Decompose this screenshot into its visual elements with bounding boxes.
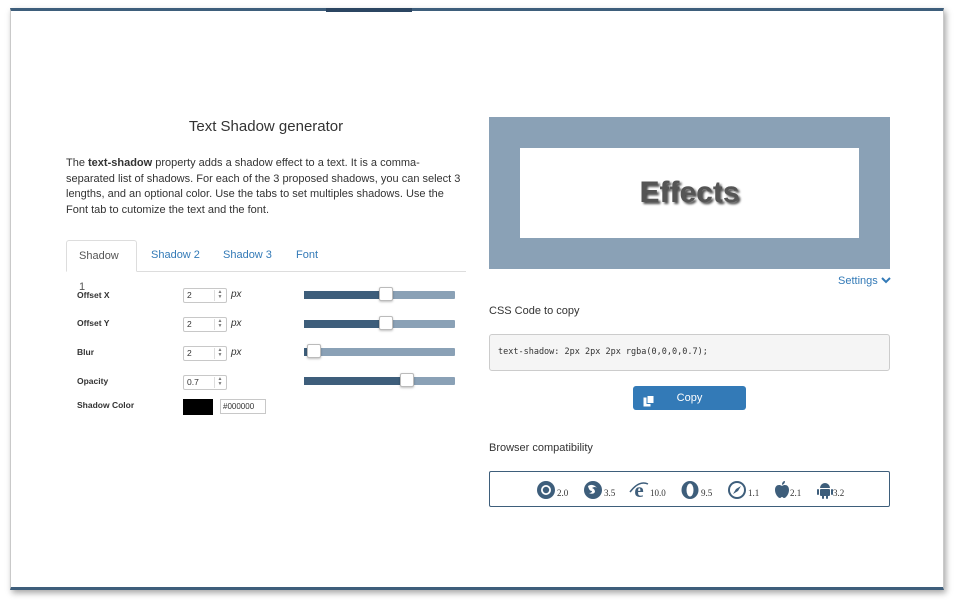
tab-shadow-1[interactable]: Shadow 1 (66, 240, 137, 293)
offset-x-spinner[interactable]: ▲ ▼ (214, 290, 225, 301)
spin-down-icon[interactable]: ▼ (215, 353, 225, 358)
browser-compat-box: 2.0 3.5 e 10.0 9.5 1.1 2.1 3.2 (489, 471, 890, 507)
color-hex-input[interactable]: #000000 (220, 399, 266, 414)
safari-version: 1.1 (748, 488, 760, 498)
offset-x-slider[interactable] (304, 287, 455, 301)
offset-y-slider[interactable] (304, 316, 455, 330)
blur-label: Blur (77, 347, 94, 357)
copy-button-label: Copy (676, 392, 703, 404)
slider-fill (304, 291, 386, 299)
slider-thumb[interactable] (379, 316, 393, 330)
offset-y-unit: px (231, 318, 242, 329)
opacity-input[interactable]: 0.7 ▲ ▼ (183, 375, 227, 390)
shadow-color-label: Shadow Color (77, 400, 135, 410)
settings-label: Settings (838, 275, 878, 287)
settings-link[interactable]: Settings (838, 275, 891, 287)
slider-thumb[interactable] (400, 373, 414, 387)
preview-text: Effects (520, 148, 859, 238)
spin-down-icon[interactable]: ▼ (215, 324, 225, 329)
offset-x-unit: px (231, 289, 242, 300)
offset-y-value: 2 (187, 319, 192, 329)
description-text-start: The (66, 157, 89, 169)
css-code-label: CSS Code to copy (489, 305, 580, 317)
opacity-label: Opacity (77, 376, 109, 386)
copy-button[interactable]: Copy (633, 386, 746, 410)
chrome-version: 2.0 (557, 488, 569, 498)
slider-thumb[interactable] (307, 344, 321, 358)
opacity-value: 0.7 (187, 377, 199, 387)
copy-icon (643, 392, 655, 407)
chevron-down-icon (881, 275, 891, 287)
spin-down-icon[interactable]: ▼ (215, 382, 225, 387)
offset-y-spinner[interactable]: ▲ ▼ (214, 319, 225, 330)
opacity-slider[interactable] (304, 373, 455, 387)
opera-version: 9.5 (701, 488, 713, 498)
slider-fill (304, 320, 386, 328)
browser-compat-label: Browser compatibility (489, 442, 593, 454)
description-keyword: text-shadow (88, 157, 153, 169)
top-indicator (326, 8, 412, 12)
tab-bar: Shadow 1 Shadow 2 Shadow 3 Font (66, 240, 466, 293)
opacity-spinner[interactable]: ▲ ▼ (214, 377, 225, 388)
preview-panel: Effects (489, 117, 890, 269)
tab-shadow-3[interactable]: Shadow 3 (211, 240, 284, 271)
blur-slider[interactable] (304, 344, 455, 358)
spin-down-icon[interactable]: ▼ (215, 295, 225, 300)
slider-thumb[interactable] (379, 287, 393, 301)
offset-x-value: 2 (187, 290, 192, 300)
css-code-box[interactable]: text-shadow: 2px 2px 2px rgba(0,0,0,0.7)… (489, 334, 890, 371)
offset-y-input[interactable]: 2 ▲ ▼ (183, 317, 227, 332)
tab-font[interactable]: Font (284, 240, 330, 271)
offset-x-label: Offset X (77, 290, 110, 300)
blur-spinner[interactable]: ▲ ▼ (214, 348, 225, 359)
blur-unit: px (231, 347, 242, 358)
ie-version: 10.0 (650, 488, 666, 498)
page-title: Text Shadow generator (188, 118, 344, 135)
blur-input[interactable]: 2 ▲ ▼ (183, 346, 227, 361)
offset-y-label: Offset Y (77, 318, 110, 328)
blur-value: 2 (187, 348, 192, 358)
android-version: 3.2 (833, 488, 845, 498)
firefox-version: 3.5 (604, 488, 616, 498)
ios-version: 2.1 (790, 488, 802, 498)
color-swatch[interactable] (183, 399, 213, 415)
slider-fill (304, 377, 407, 385)
offset-x-input[interactable]: 2 ▲ ▼ (183, 288, 227, 303)
description: The text-shadow property adds a shadow e… (66, 156, 466, 218)
tab-shadow-2[interactable]: Shadow 2 (139, 240, 212, 271)
